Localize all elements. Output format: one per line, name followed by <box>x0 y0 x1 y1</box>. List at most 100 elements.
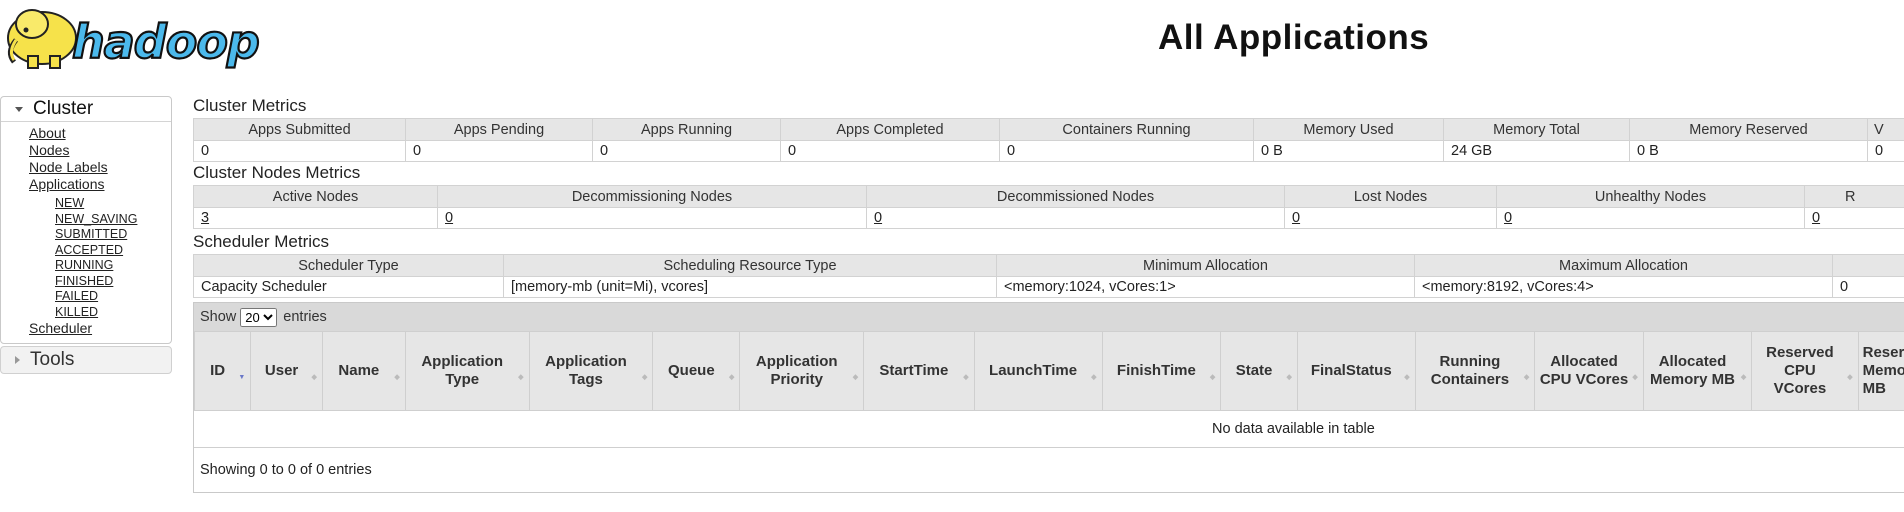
decommissioning-nodes-link[interactable]: 0 <box>445 210 453 226</box>
column-application-tags[interactable]: Application Tags ◆ <box>528 331 654 411</box>
header-minimum-allocation: Minimum Allocation <box>996 254 1415 277</box>
header-maximum-allocation: Maximum Allocation <box>1414 254 1833 277</box>
applications-panel: Show 20 entries ID ▼ User ◆ Name ◆ Applicat… <box>193 302 1904 493</box>
value-truncated: 0 <box>1832 276 1904 298</box>
column-application-tags-label: Application Tags <box>545 353 627 388</box>
header-apps-pending: Apps Pending <box>405 118 593 141</box>
nav-about-link[interactable]: About <box>29 125 66 141</box>
column-application-priority[interactable]: Application Priority ◆ <box>739 331 865 411</box>
rebooted-nodes-link[interactable]: 0 <box>1812 210 1820 226</box>
table-info: Showing 0 to 0 of 0 entries <box>200 462 372 478</box>
column-application-type[interactable]: Application Type ◆ <box>404 331 530 411</box>
cluster-section: Cluster About Nodes Node Labels Applicat… <box>0 96 172 344</box>
nav-state-accepted[interactable]: ACCEPTED <box>55 243 123 257</box>
hadoop-logo: hadoop <box>2 0 302 72</box>
sort-icon: ◆ <box>1523 374 1530 381</box>
column-launch-time[interactable]: LaunchTime ◆ <box>973 331 1103 411</box>
chevron-right-icon <box>15 356 20 364</box>
decommissioned-nodes-link[interactable]: 0 <box>874 210 882 226</box>
column-queue-label: Queue <box>668 362 715 379</box>
header-vcores-truncated: V <box>1867 118 1904 141</box>
cluster-toggle[interactable]: Cluster <box>1 97 171 122</box>
nav-state-running[interactable]: RUNNING <box>55 258 113 272</box>
header-memory-total: Memory Total <box>1443 118 1630 141</box>
value-apps-pending: 0 <box>405 140 593 162</box>
value-scheduler-type: Capacity Scheduler <box>193 276 504 298</box>
header-active-nodes: Active Nodes <box>193 185 438 208</box>
sort-icon: ◆ <box>728 374 735 381</box>
column-allocated-cpu-vcores[interactable]: Allocated CPU VCores ◆ <box>1534 331 1644 411</box>
column-start-time[interactable]: StartTime ◆ <box>863 331 975 411</box>
sort-icon: ◆ <box>1286 374 1292 381</box>
nav-state-killed[interactable]: KILLED <box>55 305 98 319</box>
column-reserved-memory-mb[interactable]: Reserved Memory MB <box>1857 331 1904 411</box>
column-reserved-cpu-vcores-label: Reserved CPU VCores <box>1766 344 1834 397</box>
show-label: Show <box>200 309 237 325</box>
column-state[interactable]: State ◆ <box>1220 331 1298 411</box>
nav-applications-link[interactable]: Applications <box>29 176 105 192</box>
cluster-label: Cluster <box>33 98 94 119</box>
column-queue[interactable]: Queue ◆ <box>652 331 741 411</box>
sort-icon: ◆ <box>963 374 969 381</box>
column-user-label: User <box>264 362 299 379</box>
nav-state-new-saving[interactable]: NEW_SAVING <box>55 212 137 226</box>
column-name-label: Name <box>338 362 380 379</box>
value-memory-used: 0 B <box>1253 140 1444 162</box>
sort-icon: ◆ <box>1209 374 1216 381</box>
header-truncated <box>1832 254 1904 277</box>
empty-table-row: No data available in table <box>194 411 1904 448</box>
nav-node-labels-link[interactable]: Node Labels <box>29 159 108 175</box>
header-memory-reserved: Memory Reserved <box>1629 118 1868 141</box>
header-containers-running: Containers Running <box>999 118 1254 141</box>
value-memory-total: 24 GB <box>1443 140 1630 162</box>
value-containers-running: 0 <box>999 140 1254 162</box>
value-apps-submitted: 0 <box>193 140 406 162</box>
sort-icon: ◆ <box>1740 374 1747 381</box>
sort-icon: ◆ <box>852 374 859 381</box>
column-name[interactable]: Name ◆ <box>321 331 406 411</box>
nav-state-submitted[interactable]: SUBMITTED <box>55 227 127 241</box>
page-size-select[interactable]: 20 <box>240 307 278 327</box>
unhealthy-nodes-link[interactable]: 0 <box>1504 210 1512 226</box>
header-scheduler-type: Scheduler Type <box>193 254 504 277</box>
value-apps-completed: 0 <box>780 140 1000 162</box>
column-allocated-memory-mb-label: Allocated Memory MB <box>1649 353 1735 388</box>
header-decommissioning-nodes: Decommissioning Nodes <box>437 185 867 208</box>
column-allocated-memory-mb[interactable]: Allocated Memory MB ◆ <box>1642 331 1753 411</box>
column-state-label: State <box>1235 362 1273 379</box>
sort-asc-icon: ▼ <box>238 374 246 381</box>
value-vcores-truncated: 0 <box>1867 140 1904 162</box>
header-apps-running: Apps Running <box>592 118 781 141</box>
page-title: All Applications <box>1158 18 1430 57</box>
column-reserved-memory-mb-label: Reserved Memory MB <box>1862 344 1904 397</box>
column-id[interactable]: ID ▼ <box>193 331 252 411</box>
column-reserved-cpu-vcores[interactable]: Reserved CPU VCores ◆ <box>1751 331 1859 411</box>
hadoop-wordmark: hadoop <box>72 15 259 69</box>
header-lost-nodes: Lost Nodes <box>1284 185 1497 208</box>
sort-icon: ◆ <box>394 374 400 381</box>
scheduler-metrics-title: Scheduler Metrics <box>193 232 330 251</box>
tools-label: Tools <box>30 349 75 370</box>
column-final-status[interactable]: FinalStatus ◆ <box>1296 331 1416 411</box>
tools-toggle[interactable]: Tools <box>0 346 172 374</box>
nav-nodes-link[interactable]: Nodes <box>29 142 69 158</box>
nav-state-failed[interactable]: FAILED <box>55 289 98 303</box>
active-nodes-link[interactable]: 3 <box>201 210 209 226</box>
nav-scheduler-link[interactable]: Scheduler <box>29 320 92 336</box>
sort-icon: ◆ <box>1847 374 1853 381</box>
column-user[interactable]: User ◆ <box>250 331 323 411</box>
column-finish-time[interactable]: FinishTime ◆ <box>1101 331 1222 411</box>
page-size-control: Show 20 entries <box>194 303 1904 331</box>
column-running-containers[interactable]: Running Containers ◆ <box>1414 331 1536 411</box>
lost-nodes-link[interactable]: 0 <box>1292 210 1300 226</box>
header-rebooted-truncated: R <box>1804 185 1904 208</box>
empty-table-message: No data available in table <box>1212 421 1375 437</box>
nav-state-new[interactable]: NEW <box>55 196 84 210</box>
chevron-down-icon <box>15 106 23 112</box>
scheduler-metrics-table: Scheduler Type Scheduling Resource Type … <box>193 254 1904 298</box>
value-memory-reserved: 0 B <box>1629 140 1868 162</box>
cluster-metrics-table: Apps Submitted Apps Pending Apps Running… <box>193 118 1904 162</box>
value-apps-running: 0 <box>592 140 781 162</box>
cluster-nodes-metrics-table: Active Nodes Decommissioning Nodes Decom… <box>193 185 1904 229</box>
nav-state-finished[interactable]: FINISHED <box>55 274 113 288</box>
